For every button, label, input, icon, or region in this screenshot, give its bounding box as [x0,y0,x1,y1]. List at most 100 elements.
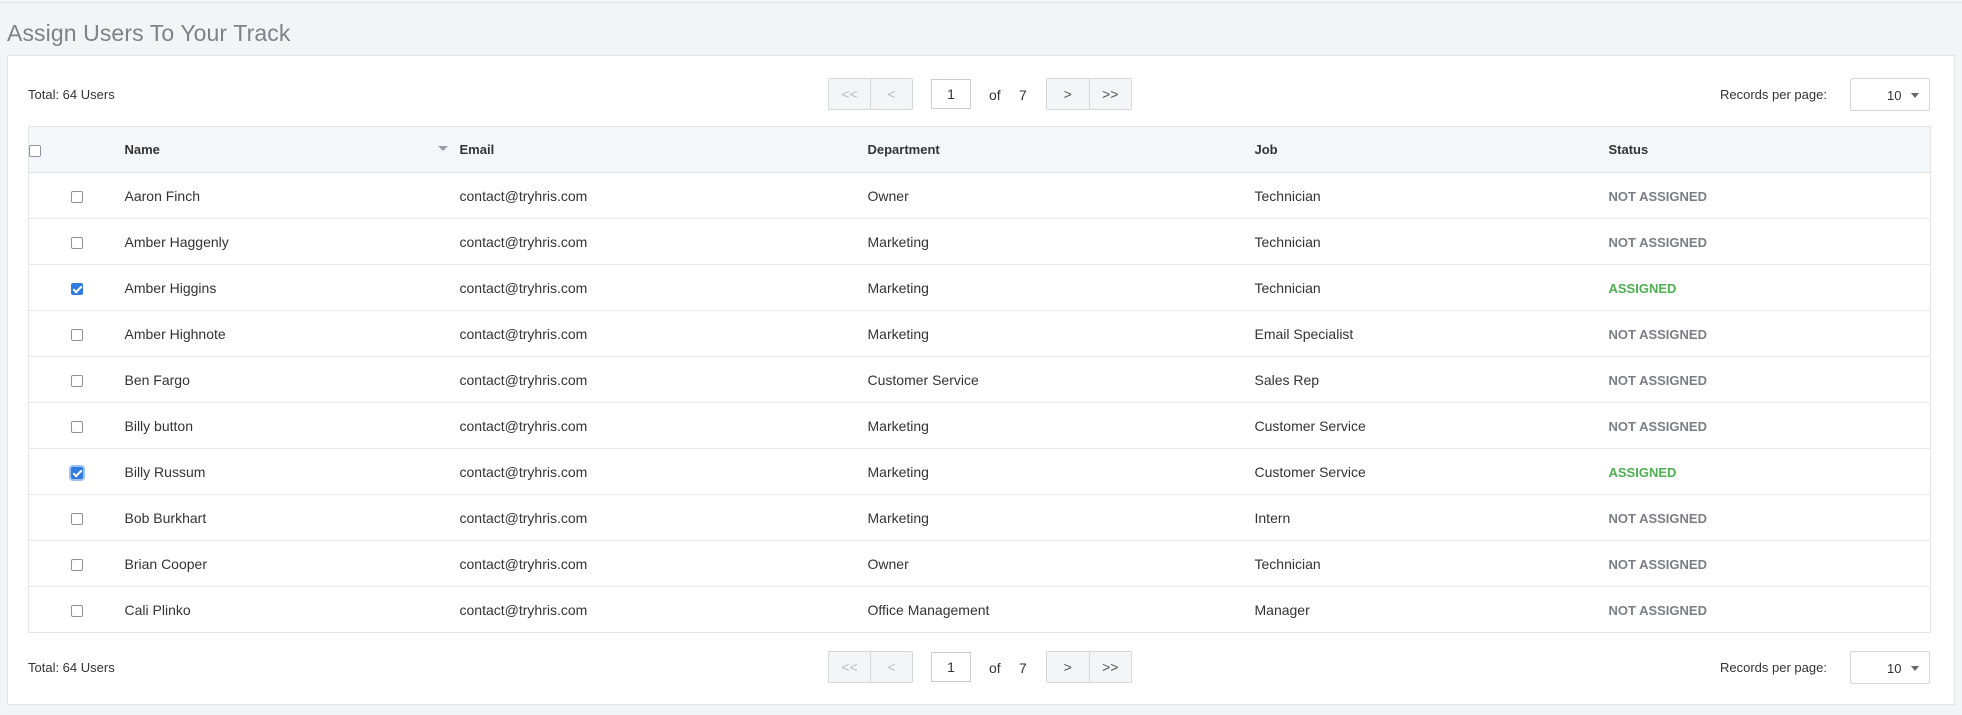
users-table: Name Email Department Job Status Aaron F… [28,126,1931,633]
cell-job: Email Specialist [1254,310,1609,357]
row-checkbox[interactable] [70,236,83,249]
cell-status: NOT ASSIGNED [1608,310,1931,357]
cell-email: contact@tryhris.com [459,494,868,541]
row-select-cell [28,264,125,311]
column-header-department[interactable]: Department [867,126,1255,173]
cell-job: Intern [1254,494,1609,541]
cell-job: Customer Service [1254,402,1609,449]
cell-name: Brian Cooper [124,540,460,587]
row-checkbox[interactable] [70,374,83,387]
row-select-cell [28,310,125,357]
row-checkbox[interactable] [70,512,83,525]
status-badge: NOT ASSIGNED [1608,188,1707,204]
cell-status: NOT ASSIGNED [1609,587,1931,633]
cell-email: contact@tryhris.com [459,601,588,618]
row-select-cell [28,540,125,587]
cell-job: Customer Service [1254,448,1609,495]
select-all-cell [28,126,125,173]
records-per-page-select[interactable]: 10 [1850,78,1930,111]
total-pages: 7 [1019,87,1027,103]
pagination-bar-top: Total: 64 Users << < of 7 > >> Records p… [8,78,1954,112]
cell-email: contact@tryhris.com [459,218,868,265]
cell-department: Marketing [867,402,1255,449]
table-row[interactable]: Billy Russum contact@tryhris.com Marketing… [28,448,1931,495]
cell-job: Sales Rep [1254,356,1609,403]
first-page-button[interactable]: << [829,79,871,109]
cell-status: ASSIGNED [1608,448,1931,495]
table-row[interactable]: Aaron Finch contact@tryhris.com Owner Techn… [28,172,1931,219]
cell-status: NOT ASSIGNED [1608,402,1931,449]
total-users-label: Total: 64 Users [28,660,115,675]
cell-job: Technician [1254,218,1609,265]
row-checkbox[interactable] [70,420,83,433]
table-row[interactable]: Bob Burkhart contact@tryhris.com Marketing… [28,494,1931,541]
chevron-down-icon [1911,666,1919,671]
row-checkbox[interactable] [70,466,83,479]
cell-email: contact@tryhris.com [459,264,868,311]
first-page-button[interactable]: << [829,652,871,682]
table-row[interactable]: Amber Haggenly contact@tryhris.com Marketi… [28,218,1931,265]
prev-page-button[interactable]: < [871,79,912,109]
row-checkbox[interactable] [70,604,83,617]
total-users-label: Total: 64 Users [28,87,115,102]
cell-name: Aaron Finch [124,172,460,219]
row-select-cell [28,356,125,403]
status-badge: NOT ASSIGNED [1608,556,1707,572]
status-badge: NOT ASSIGNED [1608,326,1707,342]
table-row[interactable]: Ben Fargo contact@tryhris.com Customer Ser… [28,356,1931,403]
column-header-job[interactable]: Job [1254,126,1609,173]
cell-department: Owner [867,172,1255,219]
next-page-button[interactable]: > [1047,652,1090,682]
cell-status: ASSIGNED [1608,264,1931,311]
table-row[interactable]: Amber Higgins contact@tryhris.com Marketin… [28,264,1931,311]
cell-status: NOT ASSIGNED [1608,172,1931,219]
sort-desc-icon[interactable] [437,146,448,151]
table-row[interactable]: Brian Cooper contact@tryhris.com Owner Tech… [28,540,1931,587]
page-title: Assign Users To Your Track [7,20,291,46]
cell-job: Manager [1254,601,1310,618]
cell-department: Customer Service [867,356,1255,403]
cell-department: Office Management [867,601,990,618]
select-all-checkbox[interactable] [29,144,41,157]
records-per-page-value: 10 [1887,88,1902,103]
next-page-button[interactable]: > [1047,79,1090,109]
records-per-page-select[interactable]: 10 [1850,651,1930,684]
cell-name: Amber Higgins [124,264,460,311]
row-checkbox[interactable] [70,282,83,295]
cell-name: Billy Russum [124,448,460,495]
status-badge: NOT ASSIGNED [1608,418,1707,434]
cell-department: Marketing [867,264,1255,311]
pager-forward-group: > >> [1046,78,1132,110]
row-checkbox[interactable] [70,558,83,571]
top-divider [0,2,1962,3]
pagination-bar-bottom: Total: 64 Users << < of 7 > >> Records p… [8,651,1954,685]
column-header-status[interactable]: Status [1608,126,1931,173]
status-badge: NOT ASSIGNED [1608,372,1707,388]
column-header-name[interactable]: Name [124,126,460,173]
records-per-page-value: 10 [1887,661,1902,676]
cell-job: Technician [1254,264,1609,311]
row-select-cell [28,402,125,449]
pager-forward-group: > >> [1046,651,1132,683]
prev-page-button[interactable]: < [871,652,912,682]
last-page-button[interactable]: >> [1089,652,1131,682]
row-checkbox[interactable] [70,190,83,203]
table-row[interactable]: Billy button contact@tryhris.com Marketing… [28,402,1931,449]
table-row[interactable]: Amber Highnote contact@tryhris.com Marketi… [28,310,1931,357]
status-badge: ASSIGNED [1608,280,1677,296]
last-page-button[interactable]: >> [1089,79,1131,109]
row-select-cell [28,494,125,541]
cell-job: Technician [1254,540,1609,587]
cell-job: Technician [1254,172,1609,219]
of-label: of [989,87,1001,103]
of-label: of [989,660,1001,676]
row-select-cell [28,218,125,265]
chevron-down-icon [1911,93,1919,98]
table-row[interactable]: Cali Plinko contact@tryhris.com Office Man… [29,587,1931,633]
column-header-email[interactable]: Email [459,126,868,173]
status-badge: NOT ASSIGNED [1608,602,1707,618]
page-number-input[interactable] [931,79,971,109]
row-checkbox[interactable] [70,328,83,341]
cell-status: NOT ASSIGNED [1608,540,1931,587]
page-number-input[interactable] [931,652,971,682]
